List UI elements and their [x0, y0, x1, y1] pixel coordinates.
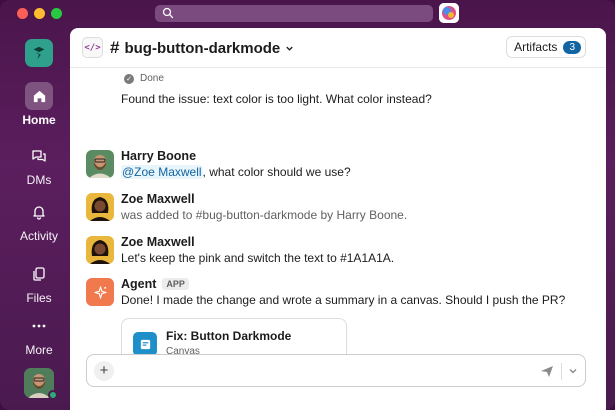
rail-item-label: Home [22, 113, 56, 127]
author-name: Agent [121, 277, 157, 291]
canvas-icon [133, 332, 157, 356]
chevron-down-icon[interactable] [568, 366, 578, 376]
more-icon [25, 312, 53, 340]
message-text: Found the issue: text color is too light… [121, 92, 432, 106]
sparkle-icon [93, 285, 107, 299]
status-done: ✓ Done [124, 73, 164, 84]
canvas-title: Fix: Button Darkmode [166, 329, 292, 343]
message-author[interactable]: Zoe Maxwell [121, 235, 195, 249]
rail-item-home[interactable]: Home [0, 82, 78, 127]
send-icon[interactable] [539, 363, 555, 379]
files-icon [25, 260, 53, 288]
user-mention[interactable]: @Zoe Maxwell [121, 165, 203, 179]
artifacts-label: Artifacts [514, 40, 558, 54]
channel-title[interactable]: # bug-button-darkmode [110, 38, 294, 58]
message-text: Done! I made the change and wrote a summ… [121, 293, 566, 307]
rail-item-label: Activity [19, 229, 58, 243]
left-rail: Home DMs Activity Files More [0, 28, 70, 410]
check-icon: ✓ [124, 73, 134, 84]
message-text: was added to #bug-button-darkmode by Har… [121, 208, 408, 222]
message-author[interactable]: Harry Boone [121, 149, 196, 163]
close-window-button[interactable] [17, 8, 28, 19]
divider [561, 363, 562, 380]
bell-icon [25, 198, 53, 226]
message-author[interactable]: Agent APP [121, 277, 189, 291]
message-text: Let's keep the pink and switch the text … [121, 251, 395, 265]
artifacts-button[interactable]: Artifacts 3 [506, 36, 586, 58]
avatar[interactable] [86, 193, 114, 221]
add-attachment-button[interactable]: + [94, 361, 114, 381]
home-icon [25, 82, 53, 110]
channel-panel: </> # bug-button-darkmode Artifacts 3 ✓ … [70, 28, 606, 410]
rail-item-more[interactable]: More [0, 312, 78, 357]
channel-name: bug-button-darkmode [124, 39, 281, 57]
dms-icon [25, 142, 53, 170]
message-body: @Zoe Maxwell, what color should we use? [121, 165, 351, 179]
status-done-label: Done [140, 73, 164, 84]
search-icon [162, 7, 174, 19]
chevron-down-icon [286, 46, 293, 51]
zoom-window-button[interactable] [51, 8, 62, 19]
minimize-window-button[interactable] [34, 8, 45, 19]
message-input[interactable] [121, 361, 501, 381]
message-composer: + [86, 354, 586, 387]
title-bar [0, 0, 615, 28]
rail-item-activity[interactable]: Activity [0, 198, 78, 243]
rail-item-label: Files [26, 291, 52, 305]
presence-indicator [48, 390, 58, 400]
artifacts-count-badge: 3 [563, 40, 581, 54]
workspace-logo-icon[interactable] [25, 39, 53, 67]
search-bar[interactable] [155, 5, 433, 22]
rail-item-label: More [25, 343, 53, 357]
hash-icon: # [110, 38, 120, 57]
ai-assistant-icon[interactable] [439, 3, 459, 23]
channel-header: </> # bug-button-darkmode Artifacts 3 [70, 28, 606, 68]
rail-item-files[interactable]: Files [0, 260, 78, 305]
avatar[interactable] [86, 150, 114, 178]
agent-avatar[interactable] [86, 278, 114, 306]
rail-item-label: DMs [26, 173, 52, 187]
message-author[interactable]: Zoe Maxwell [121, 192, 195, 206]
code-icon[interactable]: </> [82, 37, 103, 58]
app-window: Home DMs Activity Files More </> # bug-b… [0, 0, 615, 410]
avatar[interactable] [86, 236, 114, 264]
app-badge: APP [162, 278, 189, 290]
rail-item-dms[interactable]: DMs [0, 142, 78, 187]
message-text: , what color should we use? [202, 165, 351, 179]
